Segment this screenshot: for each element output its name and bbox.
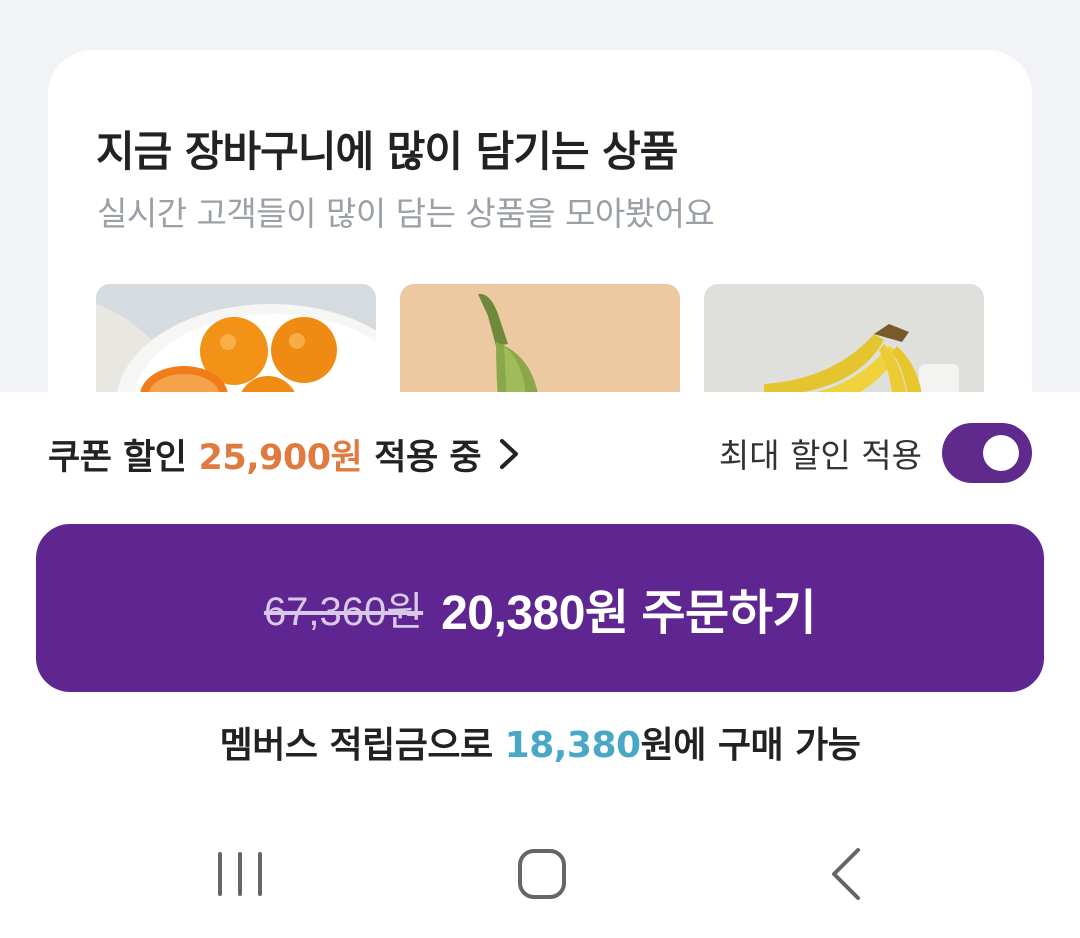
max-discount-label: 최대 할인 적용 xyxy=(718,436,922,475)
chevron-right-icon xyxy=(497,437,521,471)
recommendation-title: 지금 장바구니에 많이 담기는 상품 xyxy=(96,127,678,176)
recent-apps-icon[interactable] xyxy=(205,846,275,902)
home-icon[interactable] xyxy=(507,846,577,902)
back-icon[interactable] xyxy=(810,846,880,902)
coupon-amount: 25,900원 xyxy=(198,437,363,478)
order-button[interactable]: 67,360원 20,380원 주문하기 xyxy=(36,524,1044,692)
points-purchase-info: 멤버스 적립금으로 18,380원에 구매 가능 xyxy=(0,716,1080,768)
original-price: 67,360원 xyxy=(263,590,424,634)
recommendation-subtitle: 실시간 고객들이 많이 담는 상품을 모아봤어요 xyxy=(97,194,715,233)
coupon-suffix: 적용 중 xyxy=(374,437,482,478)
order-button-label: 20,380원 주문하기 xyxy=(441,587,817,640)
system-navigation-bar xyxy=(0,820,1080,938)
points-suffix: 원에 구매 가능 xyxy=(640,725,861,766)
points-amount: 18,380 xyxy=(504,725,641,766)
max-discount-row: 최대 할인 적용 xyxy=(719,422,1032,484)
coupon-discount-link[interactable]: 쿠폰 할인 25,900원 적용 중 xyxy=(48,426,521,482)
toggle-knob xyxy=(983,435,1019,471)
points-prefix: 멤버스 적립금으로 xyxy=(219,725,494,766)
coupon-prefix: 쿠폰 할인 xyxy=(48,437,187,478)
max-discount-toggle[interactable] xyxy=(942,423,1032,483)
app-screen: 지금 장바구니에 많이 담기는 상품 실시간 고객들이 많이 담는 상품을 모아… xyxy=(0,0,1080,938)
